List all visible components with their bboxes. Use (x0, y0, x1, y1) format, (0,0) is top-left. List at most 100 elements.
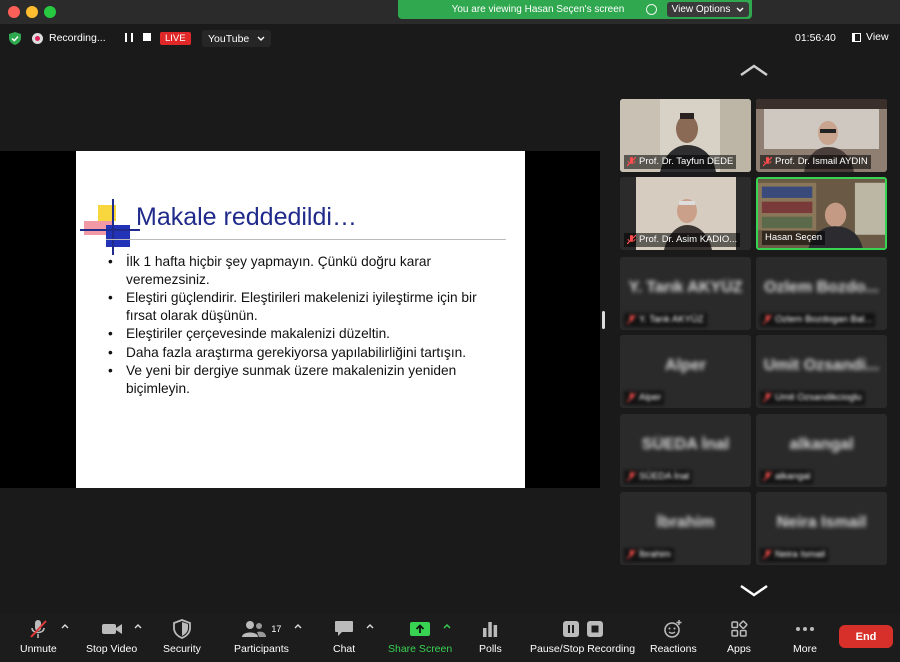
participant-tile[interactable]: SÜEDA İnal SÜEDA İnal (620, 414, 751, 487)
slide-bullet: Eleştiri güçlendirir. Eleştirileri makel… (108, 289, 508, 324)
security-button[interactable]: Security (163, 618, 201, 655)
participants-button[interactable]: 17 Participants (234, 618, 289, 655)
status-circle-icon (646, 4, 657, 15)
participant-name: Umit Ozsandikcioglu (760, 391, 865, 405)
slide-bullet-list: İlk 1 hafta hiçbir şey yapmayın. Çünkü d… (108, 253, 508, 398)
apps-label: Apps (727, 643, 751, 655)
participant-name: SÜEDA İnal (624, 470, 693, 484)
participant-name: alkangal (760, 470, 814, 484)
pause-stop-recording-button[interactable]: Pause/Stop Recording (530, 618, 635, 655)
slide-decoration (80, 229, 140, 231)
smiley-add-icon (664, 620, 682, 638)
participant-display-name: Ozlem Bozdo... (764, 279, 879, 296)
participant-name: Y. Tarık AKYÜZ (624, 313, 707, 327)
encryption-shield-icon[interactable] (9, 32, 21, 45)
meeting-clock: 01:56:40 (795, 32, 836, 44)
participant-tile-active-speaker[interactable]: Hasan Seçen (756, 177, 887, 250)
pause-icon (562, 621, 579, 637)
muted-mic-icon (763, 315, 772, 325)
participant-name-text: Y. Tarık AKYÜZ (639, 314, 704, 325)
apps-grid-icon (731, 620, 748, 637)
polls-label: Polls (479, 643, 502, 655)
minimize-window-button[interactable] (26, 6, 38, 18)
end-meeting-button[interactable]: End (839, 625, 893, 648)
participant-tile[interactable]: alkangal alkangal (756, 414, 887, 487)
participant-display-name: Umit Ozsandi... (763, 357, 880, 374)
stop-video-label: Stop Video (86, 643, 138, 655)
slide-title-underline (106, 239, 506, 240)
participant-name-text: Prof. Dr. Asim KADIO... (639, 234, 738, 245)
view-options-button[interactable]: View Options (667, 2, 749, 17)
participant-name-text: Ozlem Bozdogan Bal... (775, 314, 873, 325)
participant-tile[interactable]: Umit Ozsandi... Umit Ozsandikcioglu (756, 335, 887, 408)
participant-tile[interactable]: Prof. Dr. Tayfun DEDE (620, 99, 751, 172)
stop-recording-icon[interactable] (143, 33, 151, 41)
shared-screen[interactable]: Makale reddedildi… İlk 1 hafta hiçbir şe… (0, 151, 600, 488)
view-button[interactable]: View (852, 31, 889, 43)
gallery-scroll-down-icon[interactable] (739, 584, 769, 598)
slide-bullet: Ve yeni bir dergiye sunmak üzere makalen… (108, 362, 508, 397)
shield-icon (173, 619, 191, 639)
viewing-banner: You are viewing Hasan Seçen's screen Vie… (398, 0, 752, 19)
participant-name: Alper (624, 391, 665, 405)
caret-up-icon[interactable] (61, 623, 69, 629)
participant-name-text: Prof. Dr. Ismail AYDIN (775, 156, 868, 167)
slide-bullet: İlk 1 hafta hiçbir şey yapmayın. Çünkü d… (108, 253, 508, 288)
fullscreen-window-button[interactable] (44, 6, 56, 18)
close-window-button[interactable] (8, 6, 20, 18)
apps-button[interactable]: Apps (727, 618, 751, 655)
participant-name: İbrahim (624, 548, 674, 562)
participant-display-name: Y. Tarık AKYÜZ (628, 279, 743, 296)
chevron-down-icon (736, 7, 744, 12)
caret-up-icon[interactable] (443, 623, 451, 629)
caret-up-icon[interactable] (294, 623, 302, 629)
participant-name: Ozlem Bozdogan Bal... (760, 313, 876, 327)
muted-mic-icon (763, 472, 772, 482)
participant-name: Hasan Seçen (762, 231, 826, 245)
more-dots-icon (795, 627, 814, 631)
presentation-slide: Makale reddedildi… İlk 1 hafta hiçbir şe… (76, 151, 525, 488)
participant-display-name: Neira Ismail (776, 514, 867, 531)
participant-tile[interactable]: Ozlem Bozdo... Ozlem Bozdogan Bal... (756, 257, 887, 330)
chevron-down-icon (257, 36, 265, 41)
participant-tile[interactable]: Y. Tarık AKYÜZ Y. Tarık AKYÜZ (620, 257, 751, 330)
livestream-target-dropdown[interactable]: YouTube (202, 30, 272, 47)
participant-name-text: SÜEDA İnal (639, 471, 690, 482)
participant-display-name: alkangal (789, 436, 854, 453)
participant-name-text: Hasan Seçen (765, 232, 823, 243)
caret-up-icon[interactable] (366, 623, 374, 629)
participant-name-text: Umit Ozsandikcioglu (775, 392, 862, 403)
slide-title: Makale reddedildi… (136, 203, 357, 231)
gallery-scroll-up-icon[interactable] (739, 63, 769, 77)
chat-button[interactable]: Chat (333, 618, 355, 655)
more-button[interactable]: More (793, 618, 817, 655)
participant-name-text: alkangal (775, 471, 811, 482)
chat-bubble-icon (335, 621, 354, 636)
participant-tile[interactable]: Prof. Dr. Asim KADIO... (620, 177, 751, 250)
participant-tile[interactable]: İbrahim İbrahim (620, 492, 751, 565)
security-label: Security (163, 643, 201, 655)
polls-bar-icon (483, 622, 498, 637)
video-camera-icon (101, 624, 122, 634)
participant-tile[interactable]: Alper Alper (620, 335, 751, 408)
unmute-button[interactable]: Unmute (20, 618, 57, 655)
muted-mic-icon (627, 393, 636, 403)
recording-dot-icon (32, 32, 43, 44)
participant-tile[interactable]: Prof. Dr. Ismail AYDIN (756, 99, 887, 172)
participant-tile[interactable]: Neira Ismail Neira Ismail (756, 492, 887, 565)
caret-up-icon[interactable] (134, 623, 142, 629)
reactions-button[interactable]: Reactions (650, 618, 697, 655)
stop-video-button[interactable]: Stop Video (86, 618, 137, 655)
muted-mic-icon (627, 235, 636, 245)
unmute-label: Unmute (20, 643, 57, 655)
slide-decoration (112, 199, 114, 255)
polls-button[interactable]: Polls (479, 618, 502, 655)
meeting-top-bar: Recording... LIVE YouTube 01:56:40 View (0, 24, 900, 52)
pause-recording-icon[interactable] (125, 33, 133, 42)
meeting-toolbar: Unmute Stop Video Security 17 Participan… (0, 614, 900, 662)
muted-mic-icon (763, 157, 772, 167)
split-resize-handle[interactable] (602, 311, 605, 329)
participant-name: Neira Ismail (760, 548, 829, 562)
view-layout-icon (852, 32, 861, 42)
participants-icon (242, 621, 267, 637)
